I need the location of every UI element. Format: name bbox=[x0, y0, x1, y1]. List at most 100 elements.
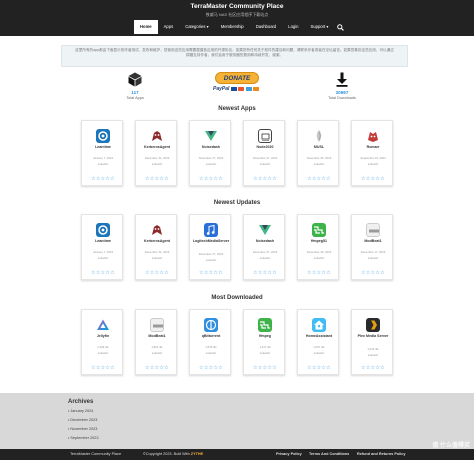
nav-categories[interactable]: Categories ▾ bbox=[179, 20, 215, 34]
noisedash-icon bbox=[204, 129, 218, 143]
archive-link[interactable]: • November 2023 bbox=[68, 427, 97, 431]
musl-icon bbox=[312, 129, 326, 143]
rating-stars: ☆☆☆☆☆ bbox=[361, 365, 385, 371]
download-card-plex[interactable]: Plex Media Server 1,043 dls sutiashri ☆☆… bbox=[351, 309, 393, 375]
app-name[interactable]: Leantime bbox=[82, 239, 124, 243]
update-card-leantime[interactable]: Leantime January 7, 2024 sutiashri ☆☆☆☆☆ bbox=[81, 214, 123, 280]
nav-apps[interactable]: Apps bbox=[158, 20, 180, 34]
app-author[interactable]: sutiashri bbox=[136, 351, 178, 355]
archive-link[interactable]: • September 2023 bbox=[68, 436, 98, 440]
total-downloads-value: 20697 bbox=[335, 90, 349, 95]
app-author[interactable]: sutiashri bbox=[244, 162, 286, 166]
app-author[interactable]: sutiashri bbox=[244, 351, 286, 355]
app-author[interactable]: sutiashri bbox=[298, 256, 340, 260]
site-footer: TerraMaster Community Place ©Copyright 2… bbox=[0, 449, 474, 460]
download-card-ffmpeg[interactable]: ffmpeg 1,317 dls sutiashri ☆☆☆☆☆ bbox=[243, 309, 285, 375]
update-card-ffmpeg51[interactable]: ffmpeg51 December 25, 2023 sutiashri ☆☆☆… bbox=[297, 214, 339, 280]
update-card-logitechmediaserver[interactable]: LogitechMediaServer December 27, 2023 su… bbox=[189, 214, 231, 280]
app-name[interactable]: ModBeat1 bbox=[136, 334, 178, 338]
top-header: TerraMaster Community Place 铁威马 NAS 社区应用… bbox=[0, 0, 474, 36]
app-downloads: 1,317 dls bbox=[259, 345, 271, 349]
app-author[interactable]: sutiashri bbox=[190, 258, 232, 262]
app-name[interactable]: Noisedash bbox=[244, 239, 286, 243]
app-author[interactable]: sutiashri bbox=[136, 162, 178, 166]
search-icon[interactable] bbox=[334, 20, 346, 34]
app-author[interactable]: sutiashri bbox=[136, 256, 178, 260]
app-author[interactable]: sutiashri bbox=[352, 353, 394, 357]
app-name[interactable]: ModBeat1 bbox=[352, 239, 394, 243]
app-date: December 17, 2023 bbox=[360, 250, 386, 254]
app-date: December 31, 2023 bbox=[144, 156, 170, 160]
leantime-icon bbox=[96, 223, 110, 237]
nav-dashboard[interactable]: Dashboard bbox=[250, 20, 283, 34]
app-card-leantime[interactable]: Leantime January 7, 2024 sutiashri ☆☆☆☆☆ bbox=[81, 120, 123, 186]
download-card-homeassistant[interactable]: HomeAssistant 1,097 dls sutiashri ☆☆☆☆☆ bbox=[297, 309, 339, 375]
update-card-modbeat1[interactable]: ModBeat1 December 17, 2023 sutiashri ☆☆☆… bbox=[351, 214, 393, 280]
app-author[interactable]: sutiashri bbox=[352, 256, 394, 260]
app-downloads: 1,097 dls bbox=[313, 345, 325, 349]
app-name[interactable]: Plex Media Server bbox=[352, 334, 394, 338]
site-subtitle: 铁威马 NAS 社区应用程序下载站点 bbox=[205, 12, 269, 17]
nav-support[interactable]: Support ▾ bbox=[305, 20, 335, 34]
app-author[interactable]: sutiashri bbox=[352, 162, 394, 166]
app-name[interactable]: ffmpeg bbox=[244, 334, 286, 338]
nav-login[interactable]: Login bbox=[282, 20, 304, 34]
app-author[interactable]: sutiashri bbox=[298, 162, 340, 166]
app-name[interactable]: ffmpeg51 bbox=[298, 239, 340, 243]
home-assistant-icon bbox=[312, 318, 326, 332]
app-author[interactable]: sutiashri bbox=[298, 351, 340, 355]
kerberos-icon bbox=[150, 223, 164, 237]
app-card-kerberosagent[interactable]: KerberosAgent December 31, 2023 sutiashr… bbox=[135, 120, 177, 186]
app-name[interactable]: Jellyfin bbox=[82, 334, 124, 338]
nav-home[interactable]: Home bbox=[134, 20, 158, 34]
privacy-policy-link[interactable]: Privacy Policy bbox=[276, 452, 302, 456]
app-author[interactable]: sutiashri bbox=[82, 162, 124, 166]
app-name[interactable]: Noisedash bbox=[190, 145, 232, 149]
app-name[interactable]: HomeAssistant bbox=[298, 334, 340, 338]
rating-stars: ☆☆☆☆☆ bbox=[307, 176, 331, 182]
total-apps-label: Total Apps bbox=[126, 96, 144, 100]
kerberos-icon bbox=[150, 129, 164, 143]
app-name[interactable]: Node2020 bbox=[244, 145, 286, 149]
archive-link[interactable]: • December 2023 bbox=[68, 418, 97, 422]
footer-copyright: ©Copyright 2023. Built With ZYTHE bbox=[143, 452, 204, 456]
download-card-qbittorrent[interactable]: qBittorrent 1,578 dls sutiashri ☆☆☆☆☆ bbox=[189, 309, 231, 375]
rating-stars: ☆☆☆☆☆ bbox=[145, 176, 169, 182]
app-name[interactable]: MUSL bbox=[298, 145, 340, 149]
app-card-noisedash[interactable]: Noisedash November 27, 2023 sutiashri ☆☆… bbox=[189, 120, 231, 186]
app-name[interactable]: Romarr bbox=[352, 145, 394, 149]
app-name[interactable]: qBittorrent bbox=[190, 334, 232, 338]
app-name[interactable]: Leantime bbox=[82, 145, 124, 149]
app-author[interactable]: sutiashri bbox=[190, 162, 232, 166]
donate-button[interactable]: DONATE bbox=[215, 72, 259, 84]
newest-apps-heading: Newest Apps bbox=[218, 106, 256, 112]
app-downloads: 1,891 dls bbox=[151, 345, 163, 349]
box-icon bbox=[115, 72, 155, 88]
footer-builder-link[interactable]: ZYTHE bbox=[191, 452, 203, 456]
terms-link[interactable]: Terms And Conditions bbox=[309, 452, 349, 456]
ffmpeg-icon bbox=[258, 318, 272, 332]
site-title[interactable]: TerraMaster Community Place bbox=[0, 3, 474, 10]
download-card-modbeat1[interactable]: ModBeat1 1,891 dls sutiashri ☆☆☆☆☆ bbox=[135, 309, 177, 375]
nav-membership[interactable]: Membership bbox=[215, 20, 250, 34]
app-author[interactable]: sutiashri bbox=[82, 351, 124, 355]
app-card-node2020[interactable]: Node2020 November 27, 2023 sutiashri ☆☆☆… bbox=[243, 120, 285, 186]
archive-link[interactable]: • January 2024 bbox=[68, 409, 93, 413]
app-date: November 25, 2023 bbox=[306, 156, 332, 160]
refund-link[interactable]: Refund and Returns Policy bbox=[357, 452, 406, 456]
app-card-romarr[interactable]: Romarr September 19, 2023 sutiashri ☆☆☆☆… bbox=[351, 120, 393, 186]
update-card-kerberosagent[interactable]: KerberosAgent December 31, 2023 sutiashr… bbox=[135, 214, 177, 280]
download-card-jellyfin[interactable]: Jellyfin 2,469 dls sutiashri ☆☆☆☆☆ bbox=[81, 309, 123, 375]
app-author[interactable]: sutiashri bbox=[244, 256, 286, 260]
app-author[interactable]: sutiashri bbox=[190, 351, 232, 355]
app-name[interactable]: KerberosAgent bbox=[136, 145, 178, 149]
update-card-noisedash[interactable]: Noisedash December 27, 2023 sutiashri ☆☆… bbox=[243, 214, 285, 280]
modbeat-icon bbox=[366, 223, 380, 237]
rating-stars: ☆☆☆☆☆ bbox=[91, 270, 115, 276]
app-author[interactable]: sutiashri bbox=[82, 256, 124, 260]
app-name[interactable]: KerberosAgent bbox=[136, 239, 178, 243]
app-date: December 27, 2023 bbox=[252, 250, 278, 254]
app-name[interactable]: LogitechMediaServer bbox=[190, 239, 232, 243]
app-card-musl[interactable]: MUSL November 25, 2023 sutiashri ☆☆☆☆☆ bbox=[297, 120, 339, 186]
rating-stars: ☆☆☆☆☆ bbox=[253, 176, 277, 182]
